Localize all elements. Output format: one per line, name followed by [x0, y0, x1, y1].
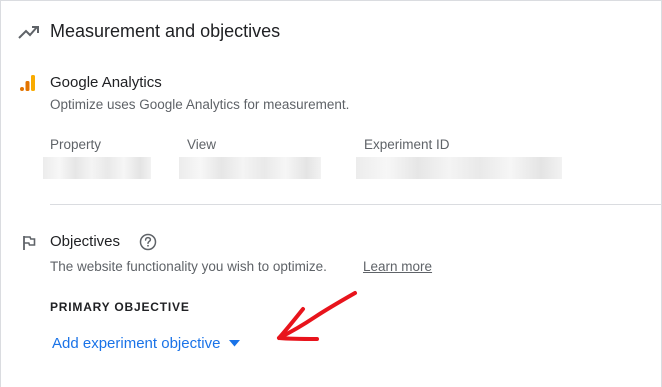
experiment-id-label: Experiment ID	[364, 137, 450, 152]
objectives-description: The website functionality you wish to op…	[50, 259, 327, 274]
section-divider	[50, 204, 662, 205]
add-experiment-objective-button[interactable]: Add experiment objective	[52, 335, 241, 352]
measurement-title: Measurement and objectives	[50, 21, 281, 41]
measurement-card: Measurement and objectives Google Analyt…	[0, 0, 662, 387]
property-label: Property	[50, 137, 102, 152]
view-label: View	[187, 137, 217, 152]
trending-up-icon	[18, 26, 39, 39]
annotation-arrow	[277, 291, 357, 341]
learn-more-link[interactable]: Learn more	[363, 259, 432, 274]
analytics-title: Google Analytics	[50, 74, 162, 91]
primary-objective-label: PRIMARY OBJECTIVE	[50, 300, 190, 314]
analytics-bars-icon	[20, 75, 35, 91]
objectives-title: Objectives	[50, 233, 121, 250]
experiment-id-value-redacted	[356, 157, 562, 179]
add-objective-label: Add experiment objective	[52, 335, 221, 352]
flag-icon	[23, 236, 36, 250]
view-value-redacted	[179, 157, 321, 179]
help-circle-icon[interactable]	[139, 233, 157, 251]
analytics-description: Optimize uses Google Analytics for measu…	[50, 97, 350, 112]
caret-down-icon	[229, 340, 241, 347]
property-value-redacted	[43, 157, 151, 179]
